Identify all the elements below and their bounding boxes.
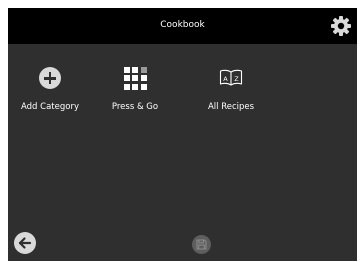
svg-text:Z: Z [234,75,239,83]
back-button[interactable] [14,232,36,254]
floppy-disk-icon [196,239,207,250]
settings-button[interactable] [330,15,352,37]
cookbook-screen: Cookbook Add Category Press & Go A Z All… [8,8,357,261]
arrow-left-icon [18,237,32,249]
press-and-go-button[interactable]: Press & Go [90,64,180,124]
add-category-label: Add Category [21,102,79,112]
svg-text:A: A [223,75,228,83]
plus-circle-icon [39,67,61,89]
gear-icon [331,16,351,36]
add-category-button[interactable]: Add Category [8,64,95,124]
open-book-az-icon: A Z [219,69,243,86]
press-and-go-label: Press & Go [111,102,159,112]
grid-icon [123,66,147,90]
all-recipes-button[interactable]: A Z All Recipes [186,64,276,124]
all-recipes-label: All Recipes [207,102,255,112]
save-button[interactable] [192,235,211,254]
header-bar: Cookbook [8,8,357,44]
page-title: Cookbook [160,20,205,30]
